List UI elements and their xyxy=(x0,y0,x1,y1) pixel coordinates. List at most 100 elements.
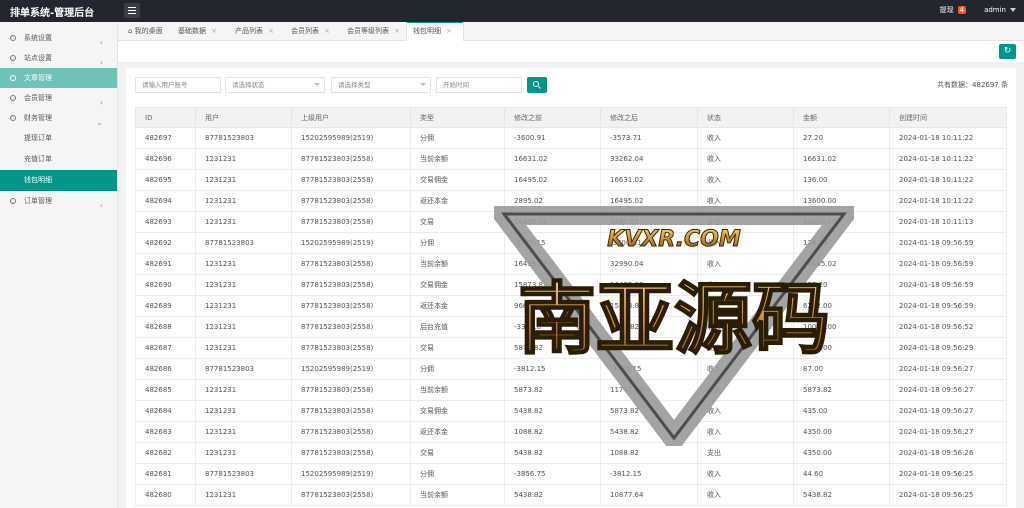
table-cell: 16495.02 xyxy=(504,211,601,233)
table-cell: 87781523803 xyxy=(195,358,292,380)
tab-label: 会员等级列表 xyxy=(347,27,389,35)
table-cell: 482693 xyxy=(135,211,196,233)
table-cell: -338.18 xyxy=(600,337,698,359)
table-cell: 16631.02 xyxy=(504,148,601,170)
sidebar-item-label: 站点设置 xyxy=(24,54,52,62)
table-row: 482692 87781523803 15202595989(2519) 分佣 -372… xyxy=(135,232,1007,254)
table-cell: 2024-01-18 09:56:26 xyxy=(889,442,1007,464)
table-cell: 32990.04 xyxy=(600,253,698,275)
table-cell: 87781523803(2558) xyxy=(291,421,411,443)
table-cell: 交易 xyxy=(410,211,505,233)
table-cell: 87781523803(2558) xyxy=(291,442,411,464)
sidebar-item-members[interactable]: 会员管理 ‹ xyxy=(0,88,117,108)
table-cell: 1231231 xyxy=(195,274,292,296)
tab-desktop[interactable]: ⌂ 我的桌面 xyxy=(122,22,163,41)
close-icon[interactable]: × xyxy=(394,27,400,35)
close-icon[interactable]: × xyxy=(211,27,217,35)
table-row: 482683 1231231 87781523803(2558) 返还本金 1088.8… xyxy=(135,421,1007,443)
table-row: 482688 1231231 87781523803(2558) 后台充值 -338.1… xyxy=(135,316,1007,338)
table-cell: 2895.02 xyxy=(600,211,698,233)
table-cell: 44.60 xyxy=(793,463,890,485)
table-cell: 87781523803 xyxy=(195,127,292,149)
sidebar-subitem-wallet-details[interactable]: 钱包明细 xyxy=(0,170,117,191)
table-row: 482687 1231231 87781523803(2558) 交易 5873.82-… xyxy=(135,337,1007,359)
table-row: 482691 1231231 87781523803(2558) 当前余额 16495.… xyxy=(135,253,1007,275)
sidebar-item-finance[interactable]: 财务管理 ⌄ xyxy=(0,108,117,128)
sidebar-item-label: 系统设置 xyxy=(24,34,52,42)
table-cell: 返还本金 xyxy=(410,421,505,443)
tab-product-list[interactable]: 产品列表 × xyxy=(229,22,274,41)
table-cell: 482687 xyxy=(135,337,196,359)
table-cell: 当前余额 xyxy=(410,379,505,401)
column-header: 创建时间 xyxy=(889,107,1007,128)
table-cell: 136.00 xyxy=(793,169,890,191)
tab-member-level-list[interactable]: 会员等级列表 × xyxy=(341,22,400,41)
table-row: 482694 1231231 87781523803(2558) 返还本金 2895.0… xyxy=(135,190,1007,212)
user-menu[interactable]: admin xyxy=(984,6,1006,14)
table-row: 482695 1231231 87781523803(2558) 交易佣金 16495.… xyxy=(135,169,1007,191)
sidebar-subitem-recharge-orders[interactable]: 充值订单 xyxy=(0,149,117,170)
tab-label: 会员列表 xyxy=(291,27,319,35)
column-header: 修改之前 xyxy=(504,107,601,128)
table-cell: 5873.82 xyxy=(600,400,698,422)
table-cell: 482681 xyxy=(135,463,196,485)
column-header: ID xyxy=(135,107,196,128)
table-cell: 收入 xyxy=(697,190,794,212)
table-cell: 15202595989(2519) xyxy=(291,358,411,380)
table-cell: 16495.02 xyxy=(504,169,601,191)
menu-toggle-button[interactable] xyxy=(124,3,140,18)
table-cell: 87781523803(2558) xyxy=(291,484,411,506)
table-cell: 2024-01-18 10:11:22 xyxy=(889,190,1007,212)
table-cell: 收入 xyxy=(697,400,794,422)
sidebar-item-system[interactable]: 系统设置 ‹ xyxy=(0,28,117,48)
sidebar-item-article[interactable]: 文章管理 xyxy=(0,68,117,88)
table-cell: 482684 xyxy=(135,400,196,422)
table-cell: 87781523803(2558) xyxy=(291,211,411,233)
table-cell: 11747.64 xyxy=(600,379,698,401)
table-cell: 1231231 xyxy=(195,379,292,401)
toolbar: ↻ xyxy=(118,41,1024,63)
sidebar-item-label: 会员管理 xyxy=(24,94,52,102)
table-cell: 收入 xyxy=(697,148,794,170)
total-value: 482697 xyxy=(972,81,999,89)
type-select[interactable]: 请选择类型 xyxy=(331,77,431,93)
tab-wallet-details[interactable]: 钱包明细 × xyxy=(406,22,464,41)
user-account-input[interactable]: 请输入用户账号 xyxy=(135,77,221,93)
search-button[interactable] xyxy=(527,77,547,93)
table-cell: -3812.15 xyxy=(504,358,601,380)
table-cell: 87781523803(2558) xyxy=(291,190,411,212)
close-icon[interactable]: × xyxy=(268,27,274,35)
top-right-area: 提现 4 admin xyxy=(940,5,1016,15)
table-cell: 16495.02 xyxy=(793,253,890,275)
table-cell: 2024-01-18 09:56:29 xyxy=(889,337,1007,359)
tab-basic-data[interactable]: 基础数据 × xyxy=(172,22,217,41)
table-row: 482689 1231231 87781523803(2558) 返还本金 9661.8… xyxy=(135,295,1007,317)
status-select[interactable]: 请选择状态 xyxy=(225,77,325,93)
start-time-input[interactable]: 开始时间 xyxy=(436,77,522,93)
sidebar-item-orders[interactable]: 订单管理 ‹ xyxy=(0,191,117,211)
table-cell: 87781523803 xyxy=(195,463,292,485)
table-cell: 482696 xyxy=(135,148,196,170)
close-icon[interactable]: × xyxy=(324,27,330,35)
tab-member-list[interactable]: 会员列表 × xyxy=(285,22,330,41)
table-cell: 2024-01-18 09:56:52 xyxy=(889,316,1007,338)
table-cell: 5873.82 xyxy=(793,379,890,401)
table-cell: 87781523803(2558) xyxy=(291,169,411,191)
total-count: 共有数据：482697 条 xyxy=(937,80,1008,90)
table-cell: 4350.00 xyxy=(793,442,890,464)
chevron-down-icon[interactable] xyxy=(1010,8,1016,12)
table-cell: 621.20 xyxy=(793,274,890,296)
table-cell: 16631.02 xyxy=(793,148,890,170)
table-cell: 2024-01-18 09:56:59 xyxy=(889,253,1007,275)
table-cell: 1231231 xyxy=(195,190,292,212)
table-cell: 收入 xyxy=(697,379,794,401)
sidebar-item-site[interactable]: 站点设置 ‹ xyxy=(0,48,117,68)
table-cell: 1231231 xyxy=(195,295,292,317)
table-cell: 后台充值 xyxy=(410,316,505,338)
table-cell: 5438.82 xyxy=(600,421,698,443)
table-cell: 5873.82 xyxy=(504,379,601,401)
refresh-button[interactable]: ↻ xyxy=(999,44,1016,59)
close-icon[interactable]: × xyxy=(446,27,452,35)
table-cell: 2024-01-18 09:56:59 xyxy=(889,232,1007,254)
withdraw-link[interactable]: 提现 xyxy=(940,5,954,15)
